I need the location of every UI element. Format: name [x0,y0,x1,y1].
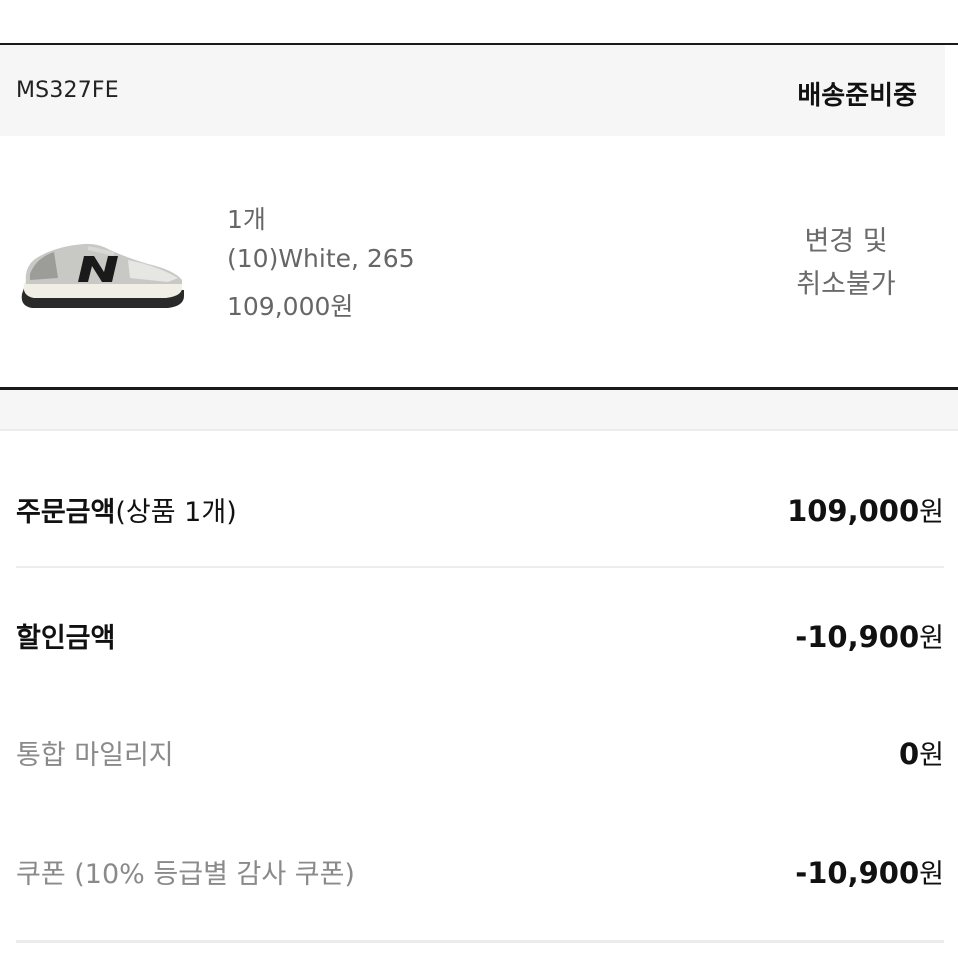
product-code: MS327FE [16,78,119,103]
coupon-label: 쿠폰 (10% 등급별 감사 쿠폰) [16,859,355,890]
order-total-value: 109,000 [787,494,920,528]
order-header: MS327FE 배송준비중 [0,45,945,136]
cancel-unavailable-note: 변경 및 취소불가 [760,220,932,306]
currency-unit: 원 [919,859,944,890]
section-gap [0,390,958,431]
currency-unit: 원 [919,497,944,528]
shipping-status: 배송준비중 [797,81,917,111]
coupon-value: -10,900 [795,856,920,890]
mileage-value: 0 [898,737,920,771]
summary-divider [16,566,944,568]
bottom-divider [16,940,944,943]
currency-unit: 원 [919,623,944,654]
sneaker-product-image[interactable] [18,234,188,312]
order-total-sub: (상품 1개) [115,497,237,528]
cancel-note-line2: 취소불가 [796,269,896,300]
coupon-amount: -10,900원 [795,852,944,891]
item-price: 109,000원 [227,292,354,321]
currency-unit: 원 [919,740,944,771]
order-item[interactable]: 1개 (10)White, 265 109,000원 변경 및 취소불가 [0,136,958,388]
discount-label: 할인금액 [16,623,116,654]
order-total-label-group: 주문금액(상품 1개) [16,490,237,529]
discount-value: -10,900 [795,620,920,654]
item-option: (10)White, 265 [227,244,415,273]
order-total-amount: 109,000원 [787,490,944,529]
item-quantity: 1개 [227,205,266,234]
mileage-amount: 0원 [899,733,944,772]
order-total-label: 주문금액 [16,497,116,528]
discount-amount: -10,900원 [795,616,944,655]
cancel-note-line1: 변경 및 [804,226,888,257]
mileage-label: 통합 마일리지 [16,740,174,771]
discount-label-group: 할인금액 [16,616,115,655]
